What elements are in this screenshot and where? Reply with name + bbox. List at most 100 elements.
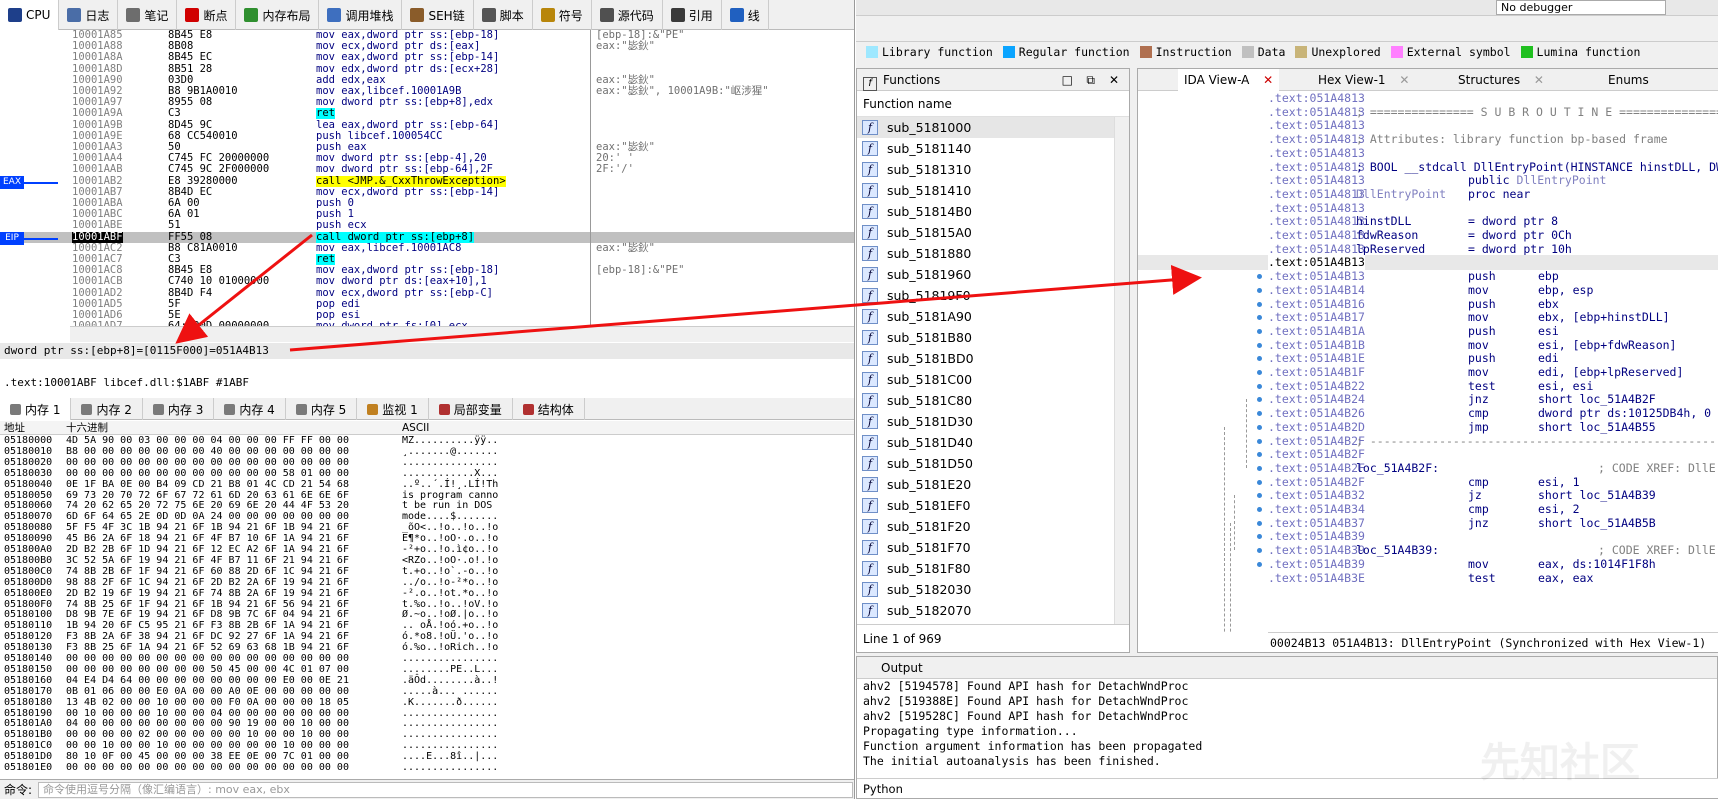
memory-row[interactable]: 051800D0 98 88 2F 6F 1C 94 21 6F 2D B2 2A…	[0, 577, 854, 588]
memory-row[interactable]: 051800F0 74 8B 25 6F 1F 94 21 6F 1B 94 21…	[0, 599, 854, 610]
memory-row[interactable]: 05180170 0B 01 06 00 00 E0 0A 00 00 A0 0E…	[0, 686, 854, 697]
memory-row[interactable]: 051800E0 2D B2 19 6F 19 94 21 6F 74 8B 2A…	[0, 588, 854, 599]
disasm-row[interactable]: 10001A8A 8B45 EC mov eax,dword ptr ss:[ebp…	[0, 52, 854, 63]
view-tab-close-icon[interactable]: ✕	[1530, 73, 1544, 87]
disasm-row[interactable]: 10001A9A C3 ret	[0, 108, 854, 120]
disasm-row[interactable]: 10001ABF FF55 08 call dword ptr ss:[ebp+8]	[0, 231, 854, 243]
view-tab-3[interactable]: Enums	[1608, 69, 1649, 91]
view-tab-1[interactable]: Hex View-1 ✕	[1318, 69, 1409, 91]
disasm-row[interactable]: 10001AC2 B8 C81A0010 mov eax,libcef.10001A…	[0, 242, 854, 254]
disasm-row[interactable]: 10001AD5 5F pop edi	[0, 298, 854, 310]
tab-1[interactable]: 日志	[59, 0, 119, 30]
memory-row[interactable]: 05180050 69 73 20 70 72 6F 67 72 61 6D 20…	[0, 490, 854, 501]
tab-7[interactable]: 脚本	[474, 0, 533, 30]
float-icon[interactable]: ⧉	[1086, 69, 1095, 91]
memory-tab-0[interactable]: 内存 1	[0, 398, 72, 420]
memory-row[interactable]: 05180110 1B 94 20 6F C5 95 21 6F F3 8B 2B…	[0, 620, 854, 631]
memory-row[interactable]: 05180140 00 00 00 00 00 00 00 00 00 00 00…	[0, 653, 854, 664]
disasm-row[interactable]: 10001ACB C740 10 01000000 mov dword ptr ds…	[0, 276, 854, 287]
function-item[interactable]: f sub_5181F80	[857, 558, 1129, 579]
function-item[interactable]: f sub_5181A90	[857, 306, 1129, 327]
function-item[interactable]: f sub_51819F0	[857, 285, 1129, 306]
tab-3[interactable]: 断点	[177, 0, 237, 30]
function-item[interactable]: f sub_5181EF0	[857, 495, 1129, 516]
tab-2[interactable]: 笔记	[118, 0, 178, 30]
function-item[interactable]: f sub_5181D30	[857, 411, 1129, 432]
disasm-row[interactable]: 10001ABC 6A 01 push 1	[0, 209, 854, 220]
view-tab-0[interactable]: IDA View-A ✕	[1178, 69, 1280, 91]
disasm-row[interactable]: 10001A9B 8D45 9C lea eax,dword ptr ss:[ebp…	[0, 119, 854, 131]
disassembly-pane[interactable]: 10001A85 8B45 E8 mov eax,dword ptr ss:[ebp…	[0, 30, 854, 342]
function-item[interactable]: f sub_5181880	[857, 243, 1129, 264]
disasm-row[interactable]: 10001AB7 8B4D EC mov ecx,dword ptr ss:[ebp…	[0, 186, 854, 198]
listing-row[interactable]: .text:051A4B3E test eax, eax	[1138, 571, 1718, 586]
memory-row[interactable]: 051801D0 80 10 0F 00 45 00 00 00 38 EE 0E…	[0, 751, 854, 762]
function-item[interactable]: f sub_5181310	[857, 159, 1129, 180]
memory-row[interactable]: 05180190 00 10 00 00 00 10 00 00 04 00 00…	[0, 708, 854, 719]
function-item[interactable]: f sub_5181140	[857, 138, 1129, 159]
tab-5[interactable]: 调用堆栈	[319, 0, 403, 30]
memory-row[interactable]: 05180160 04 E4 D4 64 00 00 00 00 00 00 00…	[0, 675, 854, 686]
memory-row[interactable]: 05180090 45 B6 2A 6F 18 94 21 6F 4F B7 10…	[0, 533, 854, 544]
view-tab-close-icon[interactable]: ✕	[1259, 73, 1273, 87]
functions-vscrollbar[interactable]	[1114, 117, 1129, 625]
function-item[interactable]: f sub_5181D40	[857, 432, 1129, 453]
memory-row[interactable]: 05180010 B8 00 00 00 00 00 00 00 40 00 00…	[0, 446, 854, 457]
disassembly-hscrollbar[interactable]	[70, 326, 854, 342]
memory-row[interactable]: 05180040 0E 1F BA 0E 00 B4 09 CD 21 B8 01…	[0, 479, 854, 490]
functions-column-header[interactable]: Function name	[857, 91, 1129, 117]
disasm-row[interactable]: 10001ABA 6A 00 push 0	[0, 198, 854, 209]
disasm-row[interactable]: 10001AB2 E8 39280000 call <JMP.&_CxxThrowE…	[0, 175, 854, 187]
memory-tab-3[interactable]: 内存 4	[214, 398, 286, 420]
memory-row[interactable]: 051801A0 04 00 00 00 00 00 00 00 00 90 19…	[0, 718, 854, 729]
function-item[interactable]: f sub_5181410	[857, 180, 1129, 201]
memory-tab-7[interactable]: 结构体	[513, 398, 585, 420]
memory-row[interactable]: 05180030 00 00 00 00 00 00 00 00 00 00 00…	[0, 468, 854, 479]
memory-row[interactable]: 05180100 D8 9B 7E 6F 19 94 21 6F D8 9B 7C…	[0, 609, 854, 620]
memory-row[interactable]: 05180060 74 20 62 65 20 72 75 6E 20 69 6E…	[0, 500, 854, 511]
function-item[interactable]: f sub_5181000	[857, 117, 1129, 138]
memory-row[interactable]: 05180180 13 4B 02 00 00 10 00 00 00 F0 0A…	[0, 697, 854, 708]
memory-row[interactable]: 051801C0 00 00 10 00 00 10 00 00 00 00 00…	[0, 740, 854, 751]
view-tab-2[interactable]: Structures ✕	[1458, 69, 1544, 91]
memory-tab-2[interactable]: 内存 3	[143, 398, 215, 420]
memory-row[interactable]: 05180120 F3 8B 2A 6F 38 94 21 6F DC 92 27…	[0, 631, 854, 642]
tab-11[interactable]: 线	[722, 0, 769, 30]
memory-row[interactable]: 051800C0 74 8B 2B 6F 1F 94 21 6F 60 88 2D…	[0, 566, 854, 577]
debugger-select[interactable]: No debugger	[1496, 0, 1666, 15]
memory-row[interactable]: 05180130 F3 8B 25 6F 1A 94 21 6F 52 69 63…	[0, 642, 854, 653]
memory-row[interactable]: 05180020 00 00 00 00 00 00 00 00 00 00 00…	[0, 457, 854, 468]
function-item[interactable]: f sub_5181E20	[857, 474, 1129, 495]
function-item[interactable]: f sub_5181960	[857, 264, 1129, 285]
function-item[interactable]: f sub_5182070	[857, 600, 1129, 621]
disasm-row[interactable]: 10001ABE 51 push ecx	[0, 220, 854, 231]
disasm-row[interactable]: 10001A97 8955 08 mov dword ptr ss:[ebp+8],…	[0, 97, 854, 108]
function-item[interactable]: f sub_5181F20	[857, 516, 1129, 537]
close-icon[interactable]: ✕	[1109, 69, 1119, 91]
function-item[interactable]: f sub_51815A0	[857, 222, 1129, 243]
memory-tab-4[interactable]: 内存 5	[286, 398, 358, 420]
memory-row[interactable]: 05180080 5F F5 4F 3C 1B 94 21 6F 1B 94 21…	[0, 522, 854, 533]
tab-4[interactable]: 内存布局	[236, 0, 320, 30]
memory-row[interactable]: 05180070 6D 6F 64 65 2E 0D 0D 0A 24 00 00…	[0, 511, 854, 522]
disasm-row[interactable]: 10001A9E 68 CC540010 push libcef.100054CC	[0, 130, 854, 142]
memory-tab-1[interactable]: 内存 2	[71, 398, 143, 420]
tab-8[interactable]: 符号	[533, 0, 592, 30]
memory-tab-6[interactable]: 局部变量	[429, 398, 513, 420]
memory-row[interactable]: 05180000 4D 5A 90 00 03 00 00 00 04 00 00…	[0, 435, 854, 446]
tab-10[interactable]: 引用	[663, 0, 722, 30]
memory-row[interactable]: 051801E0 00 00 00 00 00 00 00 00 00 00 00…	[0, 762, 854, 773]
function-item[interactable]: f sub_5182030	[857, 579, 1129, 600]
function-item[interactable]: f sub_5181B80	[857, 327, 1129, 348]
disasm-row[interactable]: 10001A8D 8B51 28 mov edx,dword ptr ds:[ecx…	[0, 63, 854, 75]
function-item[interactable]: f sub_5181BD0	[857, 348, 1129, 369]
view-tab-close-icon[interactable]: ✕	[1396, 73, 1409, 87]
tab-9[interactable]: 源代码	[592, 0, 663, 30]
disasm-row[interactable]: 10001AD2 8B4D F4 mov ecx,dword ptr ss:[ebp…	[0, 287, 854, 299]
ida-listing[interactable]: .text:051A4813 .text:051A4813; ==========…	[1138, 91, 1718, 632]
restore-icon[interactable]: □	[1062, 69, 1073, 91]
memory-row[interactable]: 051801B0 00 00 00 00 02 00 00 00 00 00 10…	[0, 729, 854, 740]
tab-0[interactable]: CPU	[0, 0, 60, 30]
disasm-row[interactable]: 10001AAB C745 9C 2F000000 mov dword ptr ss…	[0, 164, 854, 175]
command-input[interactable]: 命令使用逗号分隔（像汇编语言）: mov eax, ebx	[38, 782, 853, 798]
